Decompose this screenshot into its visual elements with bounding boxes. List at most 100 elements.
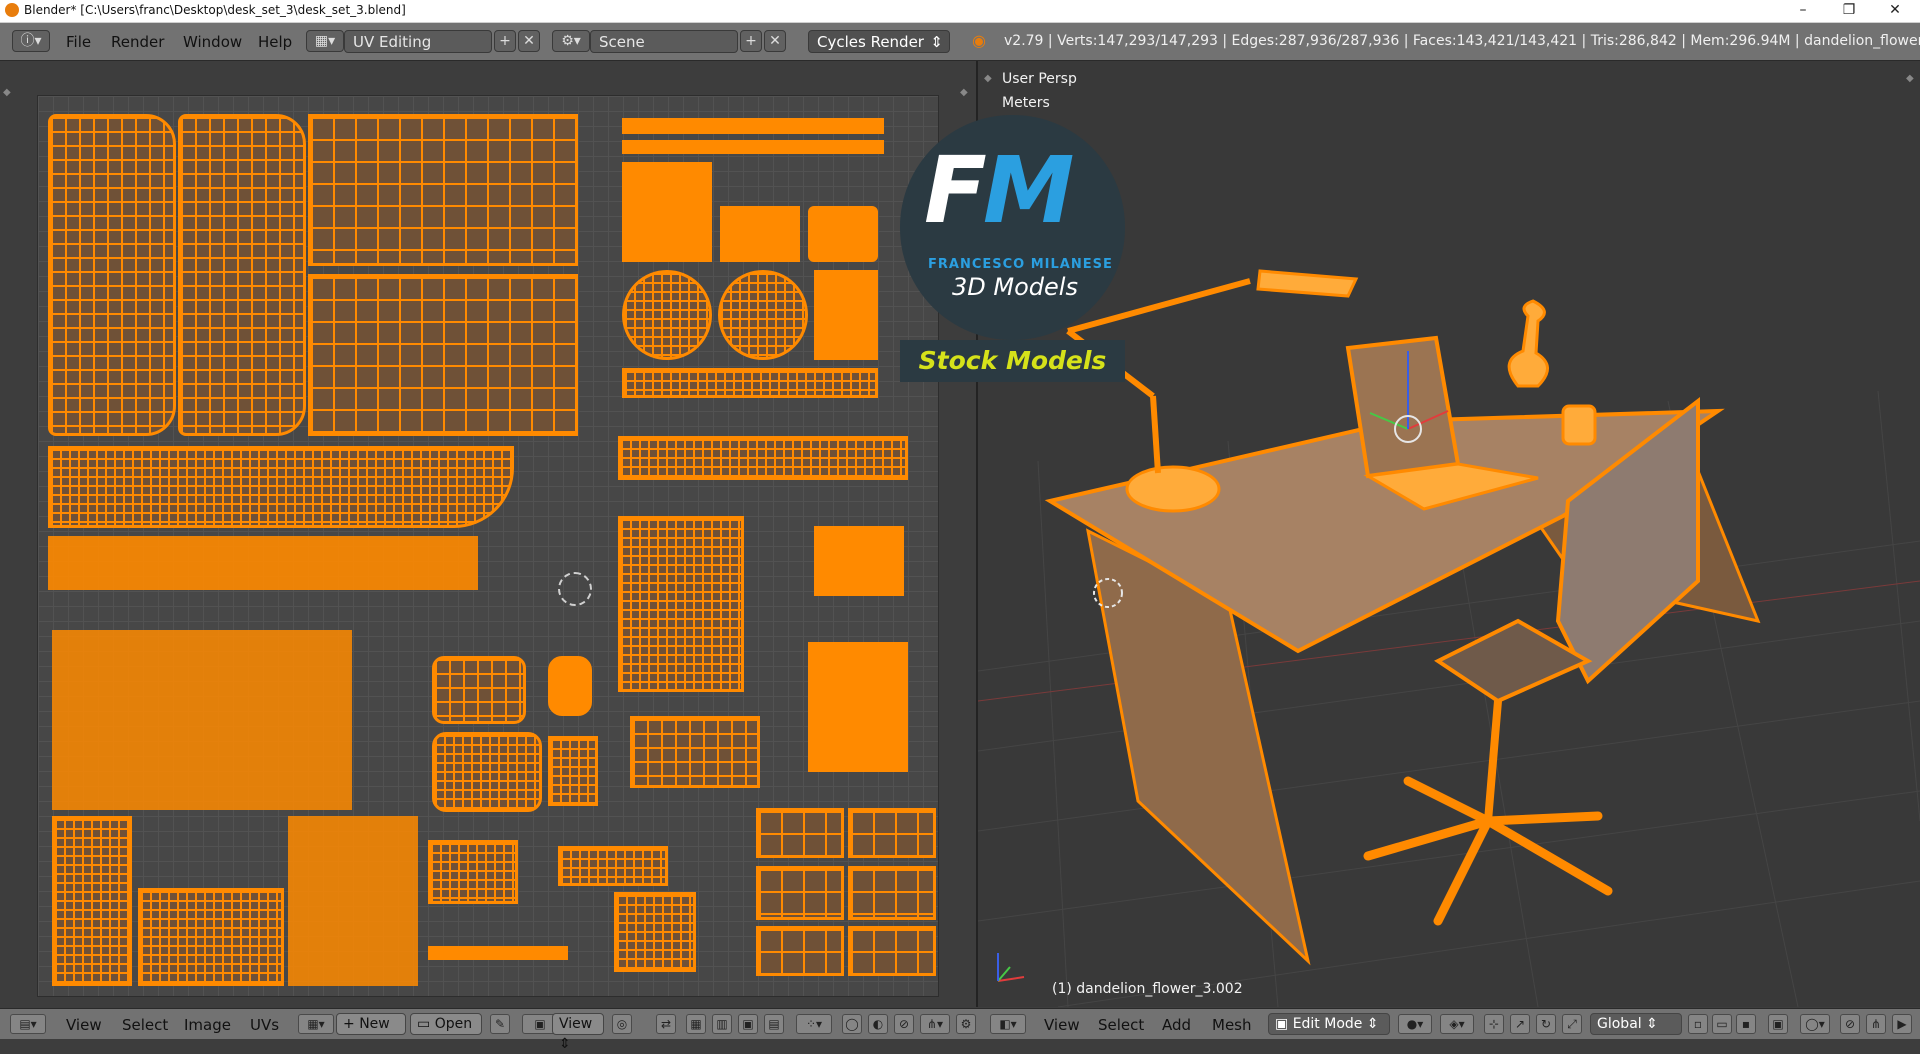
vp-snap-element-icon[interactable]: ⋔ [1866,1014,1886,1034]
sync-selection-icon[interactable]: ⇄ [656,1014,676,1034]
uv-island[interactable] [48,114,176,436]
uv-island[interactable] [848,866,936,920]
uv-island[interactable] [848,926,936,976]
uv-island[interactable] [808,206,878,262]
lamp-arm[interactable] [1150,395,1161,474]
panel-expand-icon-right[interactable]: ◆ [960,87,968,98]
uv-island[interactable] [308,114,578,266]
viewport-shading-icon[interactable]: ●▾ [1398,1014,1432,1034]
edge-mode-icon[interactable]: ▭ [1712,1014,1732,1034]
uv-island[interactable] [808,642,908,772]
island-select-icon[interactable]: ▤ [764,1014,784,1034]
uv-render-icon[interactable]: ⚙ [956,1014,976,1034]
face-select-icon[interactable]: ▣ [738,1014,758,1034]
uv-island[interactable] [618,516,744,692]
uv-island[interactable] [308,274,578,436]
scale-icon[interactable]: ⤢ [1562,1014,1582,1034]
uv-island[interactable] [622,140,884,154]
add-scene-icon[interactable]: + [740,30,762,52]
laptop-screen[interactable] [1345,335,1461,479]
manipulator-icon[interactable]: ⊹ [1484,1014,1504,1034]
render-preview-icon[interactable]: ▶ [1892,1014,1912,1034]
open-image-button[interactable]: ▭ Open [410,1013,482,1035]
scene-field[interactable]: Scene [590,30,738,53]
uv-grid[interactable] [37,95,939,997]
vp-menu-add[interactable]: Add [1162,1016,1191,1034]
menu-render[interactable]: Render [111,33,164,51]
restore-button[interactable]: ❐ [1826,0,1872,22]
uv-island[interactable] [138,888,284,986]
occlude-geometry-icon[interactable]: ▣ [1768,1014,1788,1034]
uv-island[interactable] [288,816,418,986]
add-screen-icon[interactable]: + [494,30,516,52]
uv-island[interactable] [548,736,598,806]
uv-island[interactable] [622,368,878,398]
rotate-icon[interactable]: ↻ [1536,1014,1556,1034]
vp-menu-select[interactable]: Select [1098,1016,1144,1034]
screen-layout-field[interactable]: UV Editing [344,30,492,53]
panel-expand-icon[interactable]: ◆ [3,87,11,98]
uv-island[interactable] [814,526,904,596]
image-editor-type-icon[interactable]: ▤▾ [10,1014,46,1034]
menu-help[interactable]: Help [258,33,292,51]
menu-window[interactable]: Window [183,33,242,51]
lamp-head[interactable] [1256,269,1359,298]
uv-island[interactable] [622,270,712,360]
uv-island[interactable] [622,118,884,134]
close-window-button[interactable]: ✕ [1872,0,1918,22]
uv-island[interactable] [814,270,878,360]
uv-2d-cursor-icon[interactable] [558,572,592,606]
uv-island[interactable] [48,446,514,528]
snap-element-icon[interactable]: ⋔▾ [920,1014,950,1034]
lamp-base[interactable] [1125,465,1221,513]
vp-menu-mesh[interactable]: Mesh [1212,1016,1252,1034]
falloff-icon[interactable]: ◐ [868,1014,888,1034]
scene-icon[interactable]: ⚙▾ [552,30,590,52]
snap-icon[interactable]: ⊘ [894,1014,914,1034]
flower-vase[interactable] [1507,299,1549,388]
mug[interactable] [1561,404,1597,446]
uv-island[interactable] [432,732,542,812]
screen-layout-icon[interactable]: ▦▾ [306,30,344,52]
menu-file[interactable]: File [66,33,91,51]
uv-island[interactable] [428,840,518,904]
uv-menu-uvs[interactable]: UVs [250,1016,279,1034]
vertex-select-icon[interactable]: ▦ [686,1014,706,1034]
uv-island[interactable] [614,892,696,972]
browse-image-icon[interactable]: ▦▾ [298,1014,334,1034]
proportional-edit-icon[interactable]: ◯ [842,1014,862,1034]
viewport-editor-type-icon[interactable]: ◧▾ [990,1014,1026,1034]
uv-editor[interactable]: ◆ ◆ [0,61,976,1007]
uv-island[interactable] [548,656,592,716]
uv-island[interactable] [178,114,306,436]
minimize-button[interactable]: – [1780,0,1826,22]
uv-island[interactable] [52,816,132,986]
info-editor-type-icon[interactable]: ⓘ▾ [12,30,50,52]
vertex-mode-icon[interactable]: ▫ [1688,1014,1708,1034]
uv-menu-view[interactable]: View [66,1016,102,1034]
new-image-button[interactable]: + New [336,1013,406,1035]
chair-post[interactable] [1484,700,1502,822]
view-dropdown[interactable]: View ⇕ [552,1013,604,1052]
uv-island[interactable] [630,716,760,788]
uv-island[interactable] [432,656,526,724]
remove-screen-icon[interactable]: ✕ [518,30,540,52]
uv-island[interactable] [48,536,478,590]
uv-island[interactable] [622,162,712,262]
pivot-icon[interactable]: ◎ [612,1014,632,1034]
uv-island[interactable] [558,846,668,886]
render-engine-dropdown[interactable]: Cycles Render ⇕ [808,30,950,53]
vp-snap-icon[interactable]: ⊘ [1840,1014,1860,1034]
translate-icon[interactable]: ↗ [1510,1014,1530,1034]
uv-island[interactable] [848,808,936,858]
uv-island[interactable] [756,926,844,976]
face-mode-icon[interactable]: ▪ [1736,1014,1756,1034]
pin-icon[interactable]: ✎ [490,1014,510,1034]
sticky-mode-icon[interactable]: ⁘▾ [796,1014,832,1034]
uv-island[interactable] [756,808,844,858]
pivot-point-icon[interactable]: ◈▾ [1440,1014,1474,1034]
uv-island[interactable] [718,270,808,360]
proportional-editing-icon[interactable]: ◯▾ [1800,1014,1830,1034]
remove-scene-icon[interactable]: ✕ [764,30,786,52]
vp-menu-view[interactable]: View [1044,1016,1080,1034]
